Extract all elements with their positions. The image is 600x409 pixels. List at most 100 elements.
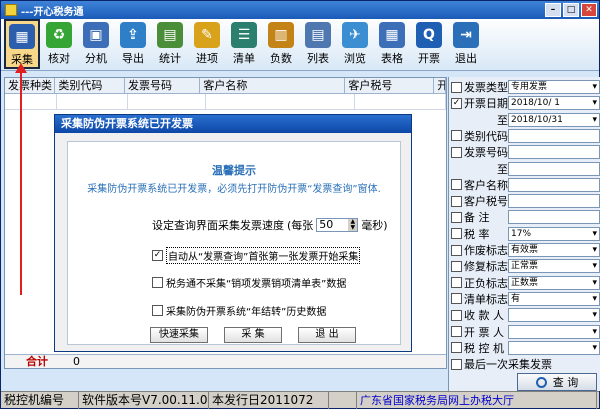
dialog-button[interactable]: 快速采集 — [150, 327, 208, 343]
toolbar-button[interactable]: ▤ 统计 — [152, 19, 188, 69]
toolbar-button[interactable]: ▣ 分机 — [78, 19, 114, 69]
title-bar: ---开心税务通 – □ ✕ — [1, 1, 599, 19]
table-list-icon: ▤ — [305, 22, 331, 48]
filter-dropdown[interactable]: 正常票 ▾ — [508, 259, 600, 274]
filter-dropdown[interactable]: 有效票 ▾ — [508, 243, 600, 257]
exit-icon: ⇥ — [453, 22, 479, 48]
filter-checkbox[interactable] — [451, 195, 462, 207]
option-checkbox[interactable] — [152, 305, 163, 316]
toolbar-button[interactable]: ☰ 清单 — [226, 19, 262, 69]
toolbar-button-label: 统计 — [159, 52, 181, 65]
app-icon — [5, 4, 17, 16]
filter-dropdown[interactable]: 2018/10/31 ▾ — [508, 112, 600, 127]
toolbar-button[interactable]: ✎ 进项 — [189, 19, 225, 69]
filter-checkbox[interactable] — [451, 260, 462, 272]
filter-row: 正负标志 正数票 ▾ — [451, 275, 600, 291]
speed-value: 50 — [319, 218, 334, 231]
filter-dropdown[interactable]: 有 ▾ — [508, 291, 600, 306]
dialog-button[interactable]: 退 出 — [298, 327, 356, 343]
query-button[interactable]: 查 询 — [517, 373, 597, 391]
toolbar-button[interactable]: Q 开票 — [411, 19, 447, 69]
filter-dropdown[interactable]: 专用发票 ▾ — [508, 80, 600, 94]
filter-input[interactable] — [508, 194, 600, 209]
filter-input[interactable] — [508, 210, 600, 225]
tax-portal-link[interactable]: 广东省国家税务局网上办税大厅 — [357, 391, 597, 409]
filter-dropdown[interactable]: 17% ▾ — [508, 226, 600, 241]
grid-column-header[interactable]: 开票 — [434, 78, 446, 93]
close-button[interactable]: ✕ — [581, 3, 597, 17]
filter-row: 发票号码 — [451, 144, 600, 160]
invoice-icon: Q — [416, 22, 442, 48]
filter-row: 收 款 人 ▾ — [451, 307, 600, 323]
filter-dropdown[interactable]: ▾ — [508, 308, 600, 323]
table-row[interactable] — [5, 94, 446, 110]
option-checkbox[interactable] — [152, 277, 163, 288]
toolbar-button-label: 分机 — [85, 52, 107, 65]
chevron-down-icon: ▾ — [592, 326, 597, 337]
filter-checkbox[interactable] — [451, 358, 462, 370]
dialog-tip: 温馨提示 — [212, 164, 256, 177]
grid-column-header[interactable]: 发票号码 — [125, 78, 201, 93]
filter-checkbox[interactable] — [451, 179, 462, 191]
dialog-option[interactable]: 税务通不采集“销项发票销项清单表”数据 — [152, 275, 346, 290]
filter-checkbox[interactable] — [451, 293, 462, 305]
filter-checkbox[interactable] — [451, 326, 462, 337]
toolbar-button[interactable]: ✈ 浏览 — [337, 19, 373, 69]
grid-column-header[interactable]: 发票种类 — [5, 78, 56, 93]
filter-row: 作废标志 有效票 ▾ — [451, 242, 600, 258]
filter-checkbox[interactable] — [451, 130, 462, 142]
filter-row: 至 2018/10/31 ▾ — [451, 112, 600, 128]
filter-checkbox[interactable] — [451, 228, 462, 240]
toolbar-button[interactable]: ⇪ 导出 — [115, 19, 151, 69]
toolbar-button-label: 列表 — [307, 52, 329, 65]
collect-dialog: 采集防伪开票系统已开发票 温馨提示 采集防伪开票系统已开发票，必须先打开防伪开票… — [54, 114, 412, 352]
chevron-down-icon: ▾ — [592, 310, 597, 321]
grid-column-header[interactable]: 类别代码 — [55, 78, 125, 93]
filter-checkbox[interactable] — [451, 342, 462, 354]
filter-input[interactable] — [508, 177, 600, 192]
filter-panel: 查 询 发票类型 专用发票 ▾ ✓ 开票日期 2018/10/ 1 ▾ 至 2018/10/31… — [448, 77, 600, 391]
filter-dropdown[interactable]: ▾ — [508, 340, 600, 355]
toolbar-button-label: 表格 — [381, 52, 403, 65]
filter-checkbox[interactable] — [451, 244, 462, 256]
toolbar-button[interactable]: ▤ 列表 — [300, 19, 336, 69]
filter-checkbox[interactable] — [451, 309, 462, 321]
filter-label: 作废标志 — [464, 244, 508, 257]
filter-input[interactable] — [508, 128, 600, 143]
dialog-button[interactable]: 采 集 — [224, 327, 282, 343]
filter-dropdown[interactable]: 2018/10/ 1 ▾ — [508, 96, 600, 111]
filter-row: 客户税号 — [451, 193, 600, 209]
filter-checkbox[interactable] — [451, 81, 462, 93]
maximize-button[interactable]: □ — [563, 3, 579, 17]
status-machine: 税控机编号 — [1, 391, 79, 409]
toolbar-button-label: 清单 — [233, 52, 255, 65]
filter-row: ✓ 开票日期 2018/10/ 1 ▾ — [451, 95, 600, 111]
toolbar-button[interactable]: ▦ 采集 — [4, 19, 40, 69]
filter-checkbox[interactable] — [451, 211, 462, 223]
toolbar-button[interactable]: ♻ 核对 — [41, 19, 77, 69]
filter-dropdown[interactable]: 正数票 ▾ — [508, 275, 600, 290]
dialog-option[interactable]: 采集防伪开票系统“年结转”历史数据 — [152, 303, 326, 318]
spinner-arrows-icon[interactable]: ▲ ▼ — [348, 219, 358, 231]
toolbar-button[interactable]: ▥ 负数 — [263, 19, 299, 69]
filter-checkbox[interactable] — [451, 146, 462, 158]
filter-checkbox[interactable] — [451, 277, 462, 289]
query-button-label: 查 询 — [552, 376, 579, 389]
filter-checkbox[interactable]: ✓ — [451, 97, 462, 109]
option-checkbox[interactable]: ✓ — [152, 250, 163, 261]
dialog-option[interactable]: ✓ 自动从“发票查询”首张第一张发票开始采集 — [152, 247, 361, 264]
filter-input[interactable] — [508, 161, 600, 176]
grid-column-header[interactable]: 客户税号 — [345, 78, 435, 93]
dialog-title-bar: 采集防伪开票系统已开发票 — [55, 115, 411, 133]
minimize-button[interactable]: – — [545, 3, 561, 17]
toolbar-button-label: 核对 — [48, 52, 70, 65]
grid-column-header[interactable]: 客户名称 — [200, 78, 346, 93]
filter-row: 至 — [451, 161, 600, 177]
toolbar-button[interactable]: ▦ 表格 — [374, 19, 410, 69]
filter-dropdown[interactable]: ▾ — [508, 324, 600, 339]
status-release: 本发行日2011072 — [209, 391, 329, 409]
red-arrow — [20, 67, 22, 295]
toolbar-button[interactable]: ⇥ 退出 — [448, 19, 484, 69]
speed-spinner[interactable]: 50 ▲ ▼ — [316, 218, 359, 232]
filter-input[interactable] — [508, 145, 600, 160]
